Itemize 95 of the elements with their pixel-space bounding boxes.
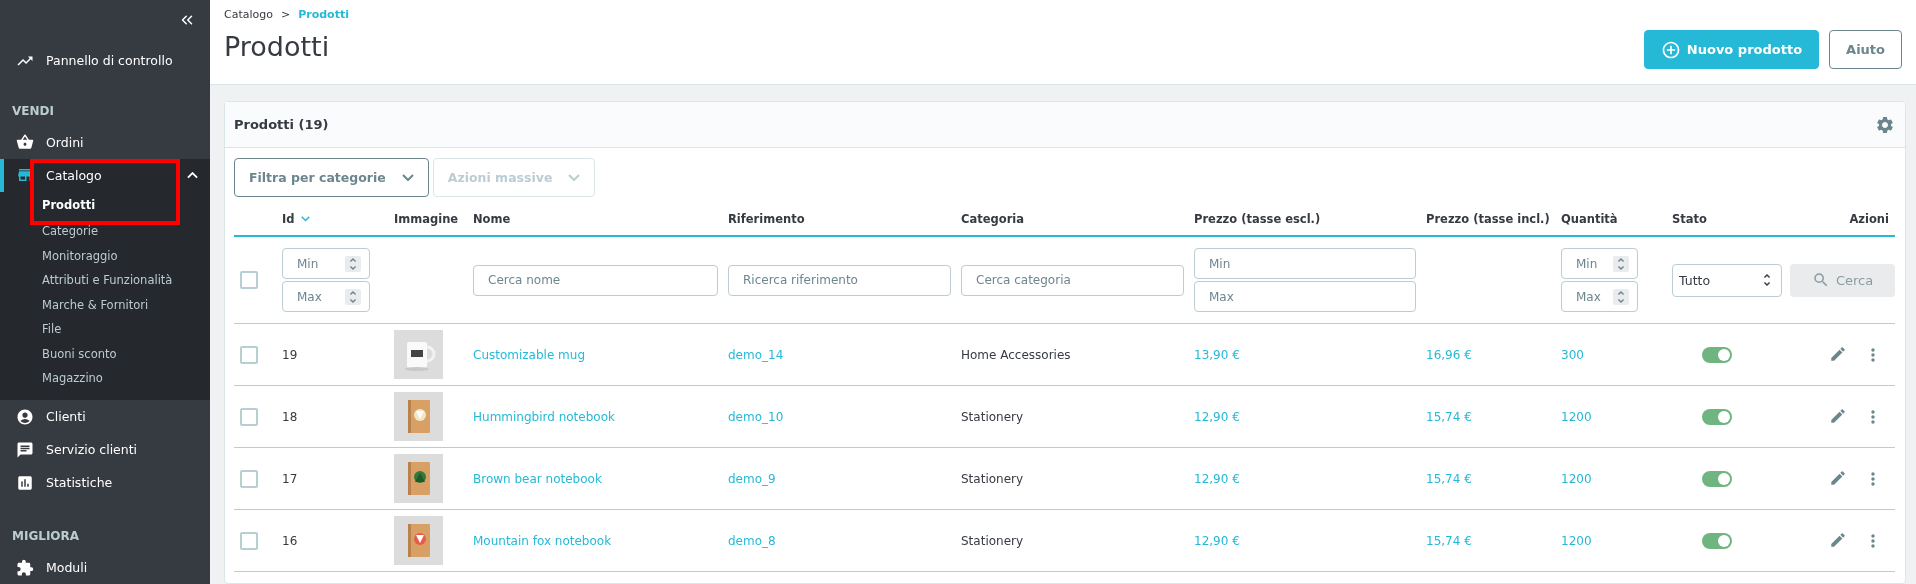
breadcrumb-link[interactable]: Prodotti	[298, 8, 349, 21]
input-field[interactable]: Cerca categoria	[961, 264, 1184, 296]
reference-link[interactable]: demo_10	[728, 409, 961, 424]
input-field[interactable]: Cerca nome	[473, 264, 718, 296]
price-link[interactable]: 15,74 €	[1426, 409, 1561, 424]
puzzle-icon	[16, 558, 34, 577]
price-link[interactable]: 13,90 €	[1194, 347, 1426, 362]
page-title: Prodotti	[224, 31, 331, 62]
column-header[interactable]: Immagine	[394, 212, 473, 226]
new-product-button[interactable]: Nuovo prodotto	[1643, 30, 1820, 69]
table-cell-text: 18	[282, 409, 299, 424]
chevron-down-icon	[568, 173, 581, 182]
column-header[interactable]: Quantità	[1561, 212, 1672, 226]
sort-icon[interactable]	[300, 216, 310, 222]
checkbox[interactable]	[240, 407, 258, 426]
status-toggle[interactable]	[1702, 408, 1732, 425]
column-header[interactable]: Categoria	[961, 212, 1194, 226]
reference-link[interactable]: demo_14	[728, 347, 961, 362]
basket-icon	[16, 133, 34, 152]
column-header[interactable]: Stato	[1672, 212, 1790, 226]
product-link[interactable]: Brown bear notebook	[473, 471, 728, 486]
sidebar-item[interactable]: Ordini	[0, 125, 210, 159]
edit-icon[interactable]	[1829, 468, 1847, 487]
chat-bubble-icon	[16, 440, 34, 459]
table-cell-text: Home Accessories	[961, 347, 1072, 362]
column-header[interactable]: Azioni	[1790, 212, 1895, 226]
sidebar-item[interactable]: Clienti	[0, 400, 210, 434]
reference-link[interactable]: demo_9	[728, 471, 961, 486]
quantity-link[interactable]: 1200	[1561, 409, 1672, 424]
table-cell-text: 16	[282, 533, 299, 548]
help-button[interactable]: Aiuto	[1829, 30, 1902, 69]
quantity-link[interactable]: 300	[1561, 347, 1672, 362]
search-icon	[1811, 271, 1830, 289]
sidebar-subitem[interactable]: Prodotti	[0, 191, 210, 219]
table-cell-text: 17	[282, 471, 299, 486]
quantity-link[interactable]: 1200	[1561, 471, 1672, 486]
edit-icon[interactable]	[1829, 344, 1847, 363]
column-header[interactable]: Prezzo (tasse incl.)	[1426, 212, 1561, 226]
price-link[interactable]: 16,96 €	[1426, 347, 1561, 362]
column-header[interactable]: Riferimento	[728, 212, 961, 226]
table-cell-text: 19	[282, 347, 299, 362]
sidebar-subitem[interactable]: Marche & Fornitori	[0, 292, 210, 317]
sidebar-section-title: VENDI	[11, 102, 55, 120]
checkbox[interactable]	[240, 469, 258, 488]
chevron-down-icon	[401, 173, 414, 182]
status-toggle[interactable]	[1702, 346, 1732, 363]
sidebar-item[interactable]: Statistiche	[0, 466, 210, 500]
price-link[interactable]: 15,74 €	[1426, 471, 1561, 486]
product-link[interactable]: Customizable mug	[473, 347, 728, 362]
table-cell-text: Stationery	[961, 471, 1025, 486]
breadcrumb-separator: >	[281, 8, 291, 21]
product-link[interactable]: Mountain fox notebook	[473, 533, 728, 548]
input-field[interactable]: Min	[282, 248, 370, 279]
sidebar-subitem[interactable]: Categorie	[0, 218, 210, 244]
sidebar-subitem[interactable]: Magazzino	[0, 365, 210, 391]
checkbox[interactable]	[240, 531, 258, 550]
price-link[interactable]: 12,90 €	[1194, 471, 1426, 486]
dropdown-button[interactable]: Filtra per categorie	[234, 158, 429, 197]
settings-icon[interactable]	[1875, 114, 1895, 135]
status-toggle[interactable]	[1702, 532, 1732, 549]
status-toggle[interactable]	[1702, 470, 1732, 487]
status-select[interactable]: Tutto	[1672, 263, 1782, 297]
column-header[interactable]: Prezzo (tasse escl.)	[1194, 212, 1426, 226]
reference-link[interactable]: demo_8	[728, 533, 961, 548]
quantity-link[interactable]: 1200	[1561, 533, 1672, 548]
input-field[interactable]: Max	[282, 281, 370, 312]
chevron-up-icon[interactable]	[187, 172, 198, 179]
sidebar-item[interactable]: Pannello di controllo	[0, 39, 210, 82]
price-link[interactable]: 12,90 €	[1194, 533, 1426, 548]
input-field[interactable]: Max	[1561, 281, 1638, 312]
sidebar-item[interactable]: Moduli	[0, 551, 210, 584]
input-field[interactable]: Min	[1561, 248, 1638, 279]
table-cell-text: Stationery	[961, 409, 1025, 424]
breadcrumb-link[interactable]: Catalogo	[224, 8, 273, 21]
input-field[interactable]: Ricerca riferimento	[728, 264, 951, 296]
sidebar-subitem[interactable]: Monitoraggio	[0, 243, 210, 268]
sidebar-subitem[interactable]: Buoni sconto	[0, 341, 210, 366]
sidebar-subitem[interactable]: File	[0, 316, 210, 342]
column-header[interactable]: Nome	[473, 212, 728, 226]
bar-chart-icon	[16, 473, 34, 492]
checkbox[interactable]	[240, 345, 258, 364]
sidebar-section-title: MIGLIORA	[11, 528, 81, 546]
edit-icon[interactable]	[1829, 530, 1847, 549]
column-header[interactable]: Id	[282, 212, 394, 226]
checkbox[interactable]	[240, 271, 258, 289]
price-link[interactable]: 15,74 €	[1426, 533, 1561, 548]
table-cell-text: Stationery	[961, 533, 1025, 548]
input-field[interactable]: Max	[1194, 281, 1416, 312]
price-link[interactable]: 12,90 €	[1194, 409, 1426, 424]
product-link[interactable]: Hummingbird notebook	[473, 409, 728, 424]
sidebar-item[interactable]: Servizio clienti	[0, 433, 210, 467]
sidebar-subitem[interactable]: Attributi e Funzionalità	[0, 267, 210, 293]
edit-icon[interactable]	[1829, 406, 1847, 425]
input-field[interactable]: Min	[1194, 248, 1416, 279]
card-title: Prodotti (19)	[234, 117, 329, 132]
